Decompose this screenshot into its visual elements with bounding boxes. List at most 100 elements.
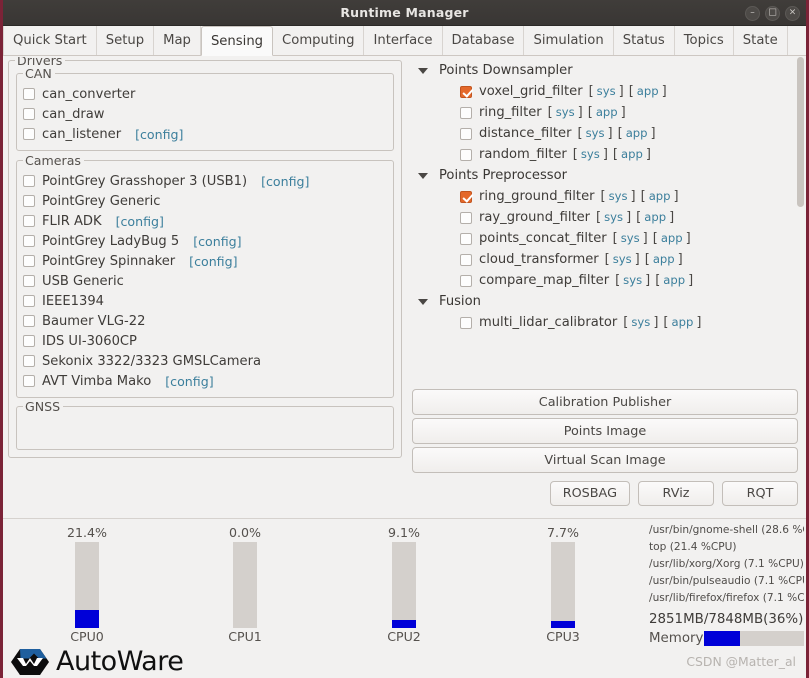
- bracket-open: [: [636, 210, 642, 225]
- camera-device-checkbox[interactable]: [23, 335, 35, 347]
- rviz-button[interactable]: RViz: [638, 481, 714, 506]
- virtual-scan-image-button[interactable]: Virtual Scan Image: [412, 447, 798, 473]
- can-device-checkbox[interactable]: [23, 108, 35, 120]
- minimize-icon[interactable]: –: [745, 5, 760, 21]
- bracket-open: [: [596, 210, 602, 225]
- memory-bar-fill: [704, 630, 741, 646]
- tab-status[interactable]: Status: [613, 26, 675, 55]
- camera-device-checkbox[interactable]: [23, 195, 35, 207]
- filter-checkbox[interactable]: [460, 316, 472, 329]
- filter-app-group: [app]: [613, 147, 651, 162]
- filter-app-link[interactable]: app: [653, 252, 675, 266]
- filter-app-link[interactable]: app: [621, 147, 643, 161]
- chevron-down-icon[interactable]: [418, 172, 428, 179]
- camera-device-config-link[interactable]: [config]: [189, 254, 237, 269]
- filter-checkbox[interactable]: [460, 190, 472, 203]
- filter-row: ray_ground_filter[sys][app]: [410, 207, 806, 228]
- camera-device-checkbox[interactable]: [23, 315, 35, 327]
- filter-app-link[interactable]: app: [644, 210, 666, 224]
- filter-checkbox[interactable]: [460, 211, 472, 224]
- filter-tree-scrollbar[interactable]: [797, 57, 804, 382]
- camera-device-config-link[interactable]: [config]: [165, 374, 213, 389]
- filter-checkbox[interactable]: [460, 148, 472, 161]
- filter-sys-link[interactable]: sys: [613, 252, 632, 266]
- can-device-config-link[interactable]: [config]: [135, 127, 183, 142]
- filter-section-header[interactable]: Points Downsampler: [410, 60, 806, 81]
- rqt-button[interactable]: RQT: [722, 481, 798, 506]
- filter-checkbox[interactable]: [460, 106, 472, 119]
- can-device-checkbox[interactable]: [23, 88, 35, 100]
- camera-device-config-link[interactable]: [config]: [116, 214, 164, 229]
- filter-sys-link[interactable]: sys: [597, 84, 616, 98]
- tab-sensing[interactable]: Sensing: [200, 26, 274, 56]
- drivers-pane: Drivers CAN can_converter can_draw can_lis…: [3, 57, 406, 518]
- filter-section-header[interactable]: Fusion: [410, 291, 806, 312]
- filter-checkbox[interactable]: [460, 232, 472, 245]
- filter-sys-link[interactable]: sys: [623, 273, 642, 287]
- filter-sys-link[interactable]: sys: [609, 189, 628, 203]
- rosbag-button[interactable]: ROSBAG: [549, 481, 630, 506]
- camera-device-checkbox[interactable]: [23, 375, 35, 387]
- camera-device-checkbox[interactable]: [23, 355, 35, 367]
- memory-label: Memory: [649, 630, 704, 646]
- camera-device-config-link[interactable]: [config]: [261, 174, 309, 189]
- close-icon[interactable]: ×: [785, 5, 800, 21]
- tab-quick-start[interactable]: Quick Start: [3, 26, 97, 55]
- camera-device-config-link[interactable]: [config]: [193, 234, 241, 249]
- maximize-icon[interactable]: □: [765, 5, 780, 21]
- filter-app-link[interactable]: app: [663, 273, 685, 287]
- filter-app-link[interactable]: app: [671, 315, 693, 329]
- calibration-publisher-button[interactable]: Calibration Publisher: [412, 389, 798, 415]
- bracket-close: ]: [673, 189, 679, 204]
- filter-sys-link[interactable]: sys: [631, 315, 650, 329]
- filter-sys-group: [sys]: [573, 147, 608, 162]
- filter-app-link[interactable]: app: [637, 84, 659, 98]
- filter-app-link[interactable]: app: [596, 105, 618, 119]
- tab-database[interactable]: Database: [442, 26, 525, 55]
- scrollbar-thumb[interactable]: [797, 57, 804, 207]
- can-device-checkbox[interactable]: [23, 128, 35, 140]
- filter-checkbox[interactable]: [460, 274, 472, 287]
- camera-device-checkbox[interactable]: [23, 295, 35, 307]
- tab-interface[interactable]: Interface: [364, 26, 443, 55]
- cpu-bar-fill: [392, 620, 416, 628]
- filter-checkbox[interactable]: [460, 127, 472, 140]
- camera-device-checkbox[interactable]: [23, 175, 35, 187]
- tab-topics[interactable]: Topics: [674, 26, 734, 55]
- filter-checkbox[interactable]: [460, 85, 472, 98]
- tab-simulation[interactable]: Simulation: [524, 26, 614, 55]
- filter-sys-link[interactable]: sys: [556, 105, 575, 119]
- filter-app-link[interactable]: app: [661, 231, 683, 245]
- cpu-name-label: CPU3: [546, 629, 580, 644]
- filter-label: compare_map_filter: [479, 273, 610, 288]
- tab-map[interactable]: Map: [154, 26, 201, 55]
- tab-setup[interactable]: Setup: [96, 26, 155, 55]
- filter-app-link[interactable]: app: [649, 189, 671, 203]
- camera-device-checkbox[interactable]: [23, 235, 35, 247]
- chevron-down-icon[interactable]: [418, 67, 428, 74]
- points-image-button[interactable]: Points Image: [412, 418, 798, 444]
- bracket-open: [: [612, 231, 618, 246]
- tab-computing[interactable]: Computing: [273, 26, 365, 55]
- filter-section-header[interactable]: Points Preprocessor: [410, 165, 806, 186]
- camera-device-row: PointGrey Grasshoper 3 (USB1) [config]: [23, 171, 387, 191]
- camera-device-checkbox[interactable]: [23, 275, 35, 287]
- filter-checkbox[interactable]: [460, 253, 472, 266]
- can-device-label: can_converter: [42, 86, 136, 102]
- camera-device-checkbox[interactable]: [23, 215, 35, 227]
- filter-label: cloud_transformer: [479, 252, 599, 267]
- filter-sys-link[interactable]: sys: [621, 231, 640, 245]
- chevron-down-icon[interactable]: [418, 298, 428, 305]
- camera-device-checkbox[interactable]: [23, 255, 35, 267]
- filter-app-group: [app]: [641, 189, 679, 204]
- cpu-percent-label: 7.7%: [547, 525, 579, 540]
- tab-state[interactable]: State: [733, 26, 788, 55]
- minimize-glyph: –: [750, 7, 755, 17]
- filter-app-link[interactable]: app: [626, 126, 648, 140]
- filter-sys-link[interactable]: sys: [586, 126, 605, 140]
- autoware-wordmark: AutoWare: [56, 645, 184, 677]
- bracket-open: [: [600, 189, 606, 204]
- filter-sys-link[interactable]: sys: [581, 147, 600, 161]
- filter-sys-group: [sys]: [601, 189, 636, 204]
- filter-sys-link[interactable]: sys: [604, 210, 623, 224]
